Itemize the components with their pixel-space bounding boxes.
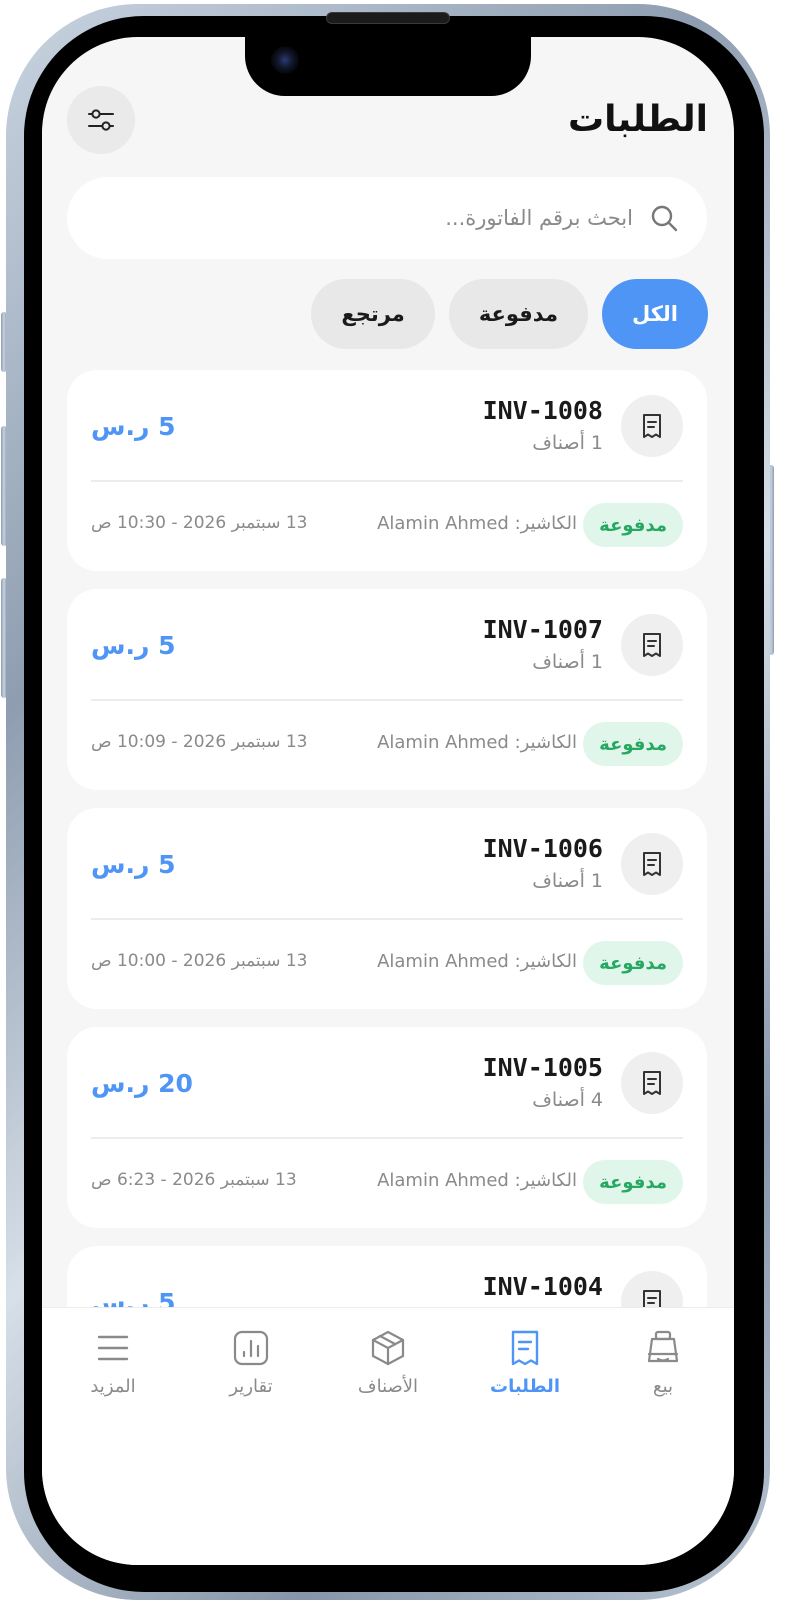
filter-chip-refund[interactable]: مرتجع: [311, 279, 435, 349]
receipt-icon: [643, 1071, 661, 1095]
filter-button[interactable]: [67, 86, 135, 154]
card-divider: [91, 699, 683, 701]
receipt-icon: [643, 852, 661, 876]
cashier-name: الكاشير: Alamin Ahmed: [377, 732, 577, 753]
invoice-number: INV-1005: [482, 1053, 603, 1082]
sliders-icon: [88, 109, 114, 131]
filter-chips: الكل مدفوعة مرتجع: [311, 279, 708, 349]
nav-label: الأصناف: [357, 1376, 419, 1397]
receipt-button: [621, 1052, 683, 1114]
invoice-number: INV-1006: [482, 834, 603, 863]
order-card[interactable]: INV-1006 1 أصناف 5 ر.س مدفوعة الكاشير: A…: [67, 808, 707, 1009]
order-datetime: 13 سبتمبر 2026 - 10:30 ص: [91, 513, 308, 533]
cashier-name: الكاشير: Alamin Ahmed: [377, 1170, 577, 1191]
search-input[interactable]: [95, 206, 633, 230]
search-icon: [651, 205, 678, 232]
nav-item-orders[interactable]: الطلبات: [470, 1328, 580, 1397]
nav-item-products[interactable]: الأصناف: [333, 1328, 443, 1397]
status-badge: مدفوعة: [583, 1160, 683, 1204]
order-amount: 5 ر.س: [91, 412, 176, 441]
receipt-button: [621, 614, 683, 676]
nav-item-sell[interactable]: بيع: [608, 1328, 718, 1397]
items-count: 1 أصناف: [532, 432, 603, 454]
orders-page: الطلبات الكل مدفوعة مرتجع: [42, 37, 734, 1307]
card-divider: [91, 1137, 683, 1139]
receipt-button: [621, 833, 683, 895]
receipt-button: [621, 395, 683, 457]
order-amount: 5 ر.س: [91, 850, 176, 879]
invoice-number: INV-1007: [482, 615, 603, 644]
items-count: 1 أصناف: [532, 651, 603, 673]
receipt-icon: [511, 1330, 539, 1366]
items-count: 4 أصناف: [532, 1089, 603, 1111]
box-icon: [371, 1330, 405, 1366]
cash-register-icon: [647, 1330, 679, 1363]
order-amount: 5 ر.س: [91, 631, 176, 660]
cashier-name: الكاشير: Alamin Ahmed: [377, 513, 577, 534]
order-card[interactable]: INV-1008 1 أصناف 5 ر.س مدفوعة الكاشير: A…: [67, 370, 707, 571]
order-amount: 20 ر.س: [91, 1069, 193, 1098]
cashier-name: الكاشير: Alamin Ahmed: [377, 951, 577, 972]
status-badge: مدفوعة: [583, 941, 683, 985]
invoice-number: INV-1008: [482, 396, 603, 425]
invoice-number: INV-1004: [482, 1272, 603, 1301]
filter-chip-all[interactable]: الكل: [601, 279, 708, 349]
nav-item-reports[interactable]: تقارير: [196, 1328, 306, 1397]
bottom-nav: بيع الطلبات الأصناف تقارير المزيد: [42, 1307, 734, 1565]
earpiece-speaker: [326, 12, 450, 24]
order-datetime: 13 سبتمبر 2026 - 10:09 ص: [91, 732, 308, 752]
chart-icon: [233, 1330, 269, 1366]
menu-icon: [97, 1335, 129, 1361]
card-divider: [91, 480, 683, 482]
order-datetime: 13 سبتمبر 2026 - 10:00 ص: [91, 951, 308, 971]
orders-list: INV-1008 1 أصناف 5 ر.س مدفوعة الكاشير: A…: [67, 370, 707, 1307]
nav-label: تقارير: [229, 1376, 273, 1397]
status-badge: مدفوعة: [583, 503, 683, 547]
receipt-icon: [643, 633, 661, 657]
order-card[interactable]: INV-1007 1 أصناف 5 ر.س مدفوعة الكاشير: A…: [67, 589, 707, 790]
order-card[interactable]: INV-1004 5 ر.س: [67, 1246, 707, 1307]
order-card[interactable]: INV-1005 4 أصناف 20 ر.س مدفوعة الكاشير: …: [67, 1027, 707, 1228]
order-datetime: 13 سبتمبر 2026 - 6:23 ص: [91, 1170, 297, 1190]
nav-label: المزيد: [90, 1376, 136, 1397]
search-bar: [67, 177, 707, 259]
filter-chip-paid[interactable]: مدفوعة: [448, 279, 588, 349]
nav-item-more[interactable]: المزيد: [58, 1328, 168, 1397]
nav-label: الطلبات: [489, 1376, 560, 1397]
receipt-icon: [643, 414, 661, 438]
order-amount: 5 ر.س: [91, 1288, 176, 1307]
phone-screen: الطلبات الكل مدفوعة مرتجع: [42, 37, 734, 1565]
front-camera: [271, 46, 299, 74]
receipt-button: [621, 1271, 683, 1307]
receipt-icon: [643, 1290, 661, 1307]
items-count: 1 أصناف: [532, 870, 603, 892]
dynamic-notch: [245, 37, 531, 96]
page-title: الطلبات: [567, 99, 708, 140]
status-badge: مدفوعة: [583, 722, 683, 766]
nav-label: بيع: [652, 1376, 674, 1397]
card-divider: [91, 918, 683, 920]
